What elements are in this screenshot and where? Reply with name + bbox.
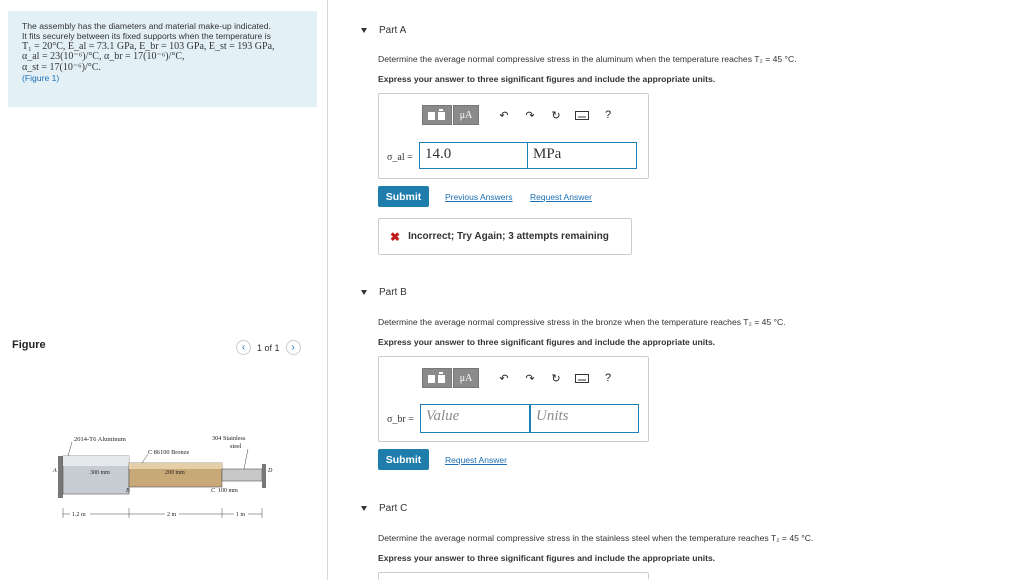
label-d3: 100 mm <box>218 488 238 494</box>
figure-header: Figure <box>12 339 46 351</box>
keyboard-icon[interactable] <box>571 105 593 125</box>
label-D: D <box>267 468 273 474</box>
collapse-triangle-icon[interactable] <box>361 506 367 511</box>
part-a-submit-button[interactable]: Submit <box>378 186 429 207</box>
part-c-question: Determine the average normal compressive… <box>378 533 814 543</box>
part-b-question: Determine the average normal compressive… <box>378 317 786 327</box>
label-L3: 1 m <box>236 512 246 518</box>
part-a-header[interactable]: Part A <box>361 25 406 36</box>
undo-icon[interactable]: ↶ <box>493 368 515 388</box>
right-panel: Part A Determine the average normal comp… <box>355 0 1024 580</box>
help-icon[interactable]: ? <box>597 368 619 388</box>
figure-link[interactable]: (Figure 1) <box>22 73 317 83</box>
part-b-title: Part B <box>379 287 407 298</box>
label-d1: 300 mm <box>90 470 110 476</box>
part-b-request-answer-link[interactable]: Request Answer <box>445 455 507 465</box>
templates-button[interactable] <box>422 368 452 388</box>
part-c-answer-box <box>378 572 649 580</box>
part-b-instruction: Express your answer to three significant… <box>378 337 716 347</box>
problem-statement: The assembly has the diameters and mater… <box>8 11 317 107</box>
left-panel: The assembly has the diameters and mater… <box>0 0 328 580</box>
label-aluminum: 2014-T6 Aluminum <box>74 436 126 443</box>
part-a-instruction: Express your answer to three significant… <box>378 74 716 84</box>
incorrect-x-icon: ✖ <box>390 229 401 244</box>
part-b-value-input[interactable]: Value <box>420 404 530 433</box>
part-b-units-input[interactable]: Units <box>530 404 639 433</box>
figure-pager: ‹ 1 of 1 › <box>236 340 301 355</box>
previous-answers-link[interactable]: Previous Answers <box>445 192 513 202</box>
reset-icon[interactable]: ↻ <box>545 105 567 125</box>
part-a-units-input[interactable]: MPa <box>527 142 637 169</box>
feedback-text: Incorrect; Try Again; 3 attempts remaini… <box>408 231 609 242</box>
label-B: B <box>126 488 130 494</box>
undo-icon[interactable]: ↶ <box>493 105 515 125</box>
mu-a-button[interactable]: μA <box>453 105 479 125</box>
problem-line-5: α_st = 17(10⁻⁶)/°C. <box>22 61 101 73</box>
part-c-header[interactable]: Part C <box>361 503 407 514</box>
part-a-title: Part A <box>379 25 407 36</box>
part-c-title: Part C <box>379 503 408 514</box>
figure-page-indicator: 1 of 1 <box>257 342 280 353</box>
part-b-answer-box: μA ↶ ↷ ↻ ? σ_br = Value Units <box>378 356 649 442</box>
part-a-value-input[interactable]: 14.0 <box>419 142 528 169</box>
part-a-feedback: ✖ Incorrect; Try Again; 3 attempts remai… <box>378 218 632 255</box>
label-steel-1: 304 Stainless <box>212 435 246 442</box>
collapse-triangle-icon[interactable] <box>361 290 367 295</box>
part-b-submit-button[interactable]: Submit <box>378 449 429 470</box>
part-a-answer-box: μA ↶ ↷ ↻ ? σ_al = 14.0 MPa <box>378 93 649 179</box>
part-a-question: Determine the average normal compressive… <box>378 54 797 64</box>
label-A: A <box>52 468 57 474</box>
label-steel-2: steel <box>230 443 242 450</box>
help-icon[interactable]: ? <box>597 105 619 125</box>
part-b-symbol: σ_br = <box>387 414 414 425</box>
templates-icon <box>428 109 445 120</box>
mu-a-button[interactable]: μA <box>453 368 479 388</box>
part-b-toolbar: μA ↶ ↷ ↻ ? <box>422 368 619 388</box>
assembly-figure: 2014-T6 Aluminum C 86100 Bronze 304 Stai… <box>52 435 273 518</box>
next-figure-button[interactable]: › <box>285 340 301 355</box>
part-a-symbol: σ_al = <box>387 152 413 163</box>
problem-line-1: The assembly has the diameters and mater… <box>22 21 271 31</box>
templates-icon <box>428 372 445 383</box>
label-d2: 200 mm <box>165 470 185 476</box>
prev-figure-button[interactable]: ‹ <box>236 340 251 355</box>
label-C: C <box>211 488 216 494</box>
part-b-header[interactable]: Part B <box>361 287 407 298</box>
redo-icon[interactable]: ↷ <box>519 105 541 125</box>
collapse-triangle-icon[interactable] <box>361 28 367 33</box>
label-L2: 2 m <box>167 512 177 518</box>
templates-button[interactable] <box>422 105 452 125</box>
part-a-request-answer-link[interactable]: Request Answer <box>530 192 592 202</box>
reset-icon[interactable]: ↻ <box>545 368 567 388</box>
part-a-toolbar: μA ↶ ↷ ↻ ? <box>422 105 619 125</box>
label-bronze: C 86100 Bronze <box>148 449 189 456</box>
part-c-instruction: Express your answer to three significant… <box>378 553 716 563</box>
keyboard-icon[interactable] <box>571 368 593 388</box>
label-L1: 1.2 m <box>72 512 86 518</box>
redo-icon[interactable]: ↷ <box>519 368 541 388</box>
